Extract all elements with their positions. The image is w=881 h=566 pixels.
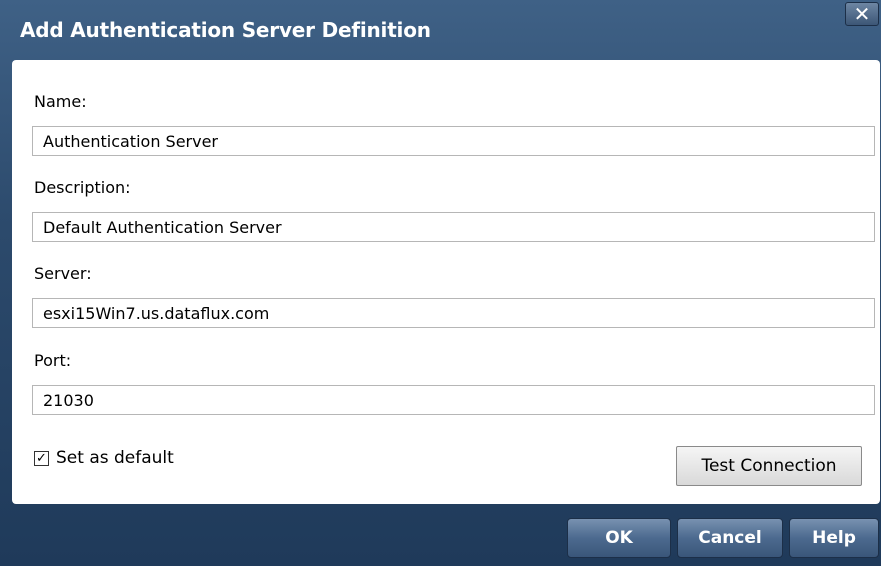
close-button[interactable]: ✕ xyxy=(845,2,879,26)
close-icon: ✕ xyxy=(853,2,871,26)
server-input[interactable] xyxy=(32,298,875,328)
help-button[interactable]: Help xyxy=(789,518,879,558)
port-input[interactable] xyxy=(32,385,875,415)
set-default-checkbox[interactable]: ✓ xyxy=(34,450,49,466)
ok-button[interactable]: OK xyxy=(567,518,671,558)
dialog-titlebar: Add Authentication Server Definition ✕ xyxy=(0,0,881,60)
form-panel: Name: Description: Server: Port: ✓ Set a… xyxy=(12,60,880,504)
name-label: Name: xyxy=(34,92,87,111)
test-connection-button[interactable]: Test Connection xyxy=(676,446,862,486)
description-input[interactable] xyxy=(32,212,875,242)
set-default-label: Set as default xyxy=(56,448,174,468)
dialog-title: Add Authentication Server Definition xyxy=(20,18,431,42)
port-label: Port: xyxy=(34,351,72,370)
server-label: Server: xyxy=(34,264,92,283)
name-input[interactable] xyxy=(32,126,875,156)
set-default-row[interactable]: ✓ Set as default xyxy=(34,448,174,468)
description-label: Description: xyxy=(34,178,131,197)
check-icon: ✓ xyxy=(36,450,47,466)
authentication-server-dialog: Add Authentication Server Definition ✕ N… xyxy=(0,0,881,566)
cancel-button[interactable]: Cancel xyxy=(677,518,783,558)
